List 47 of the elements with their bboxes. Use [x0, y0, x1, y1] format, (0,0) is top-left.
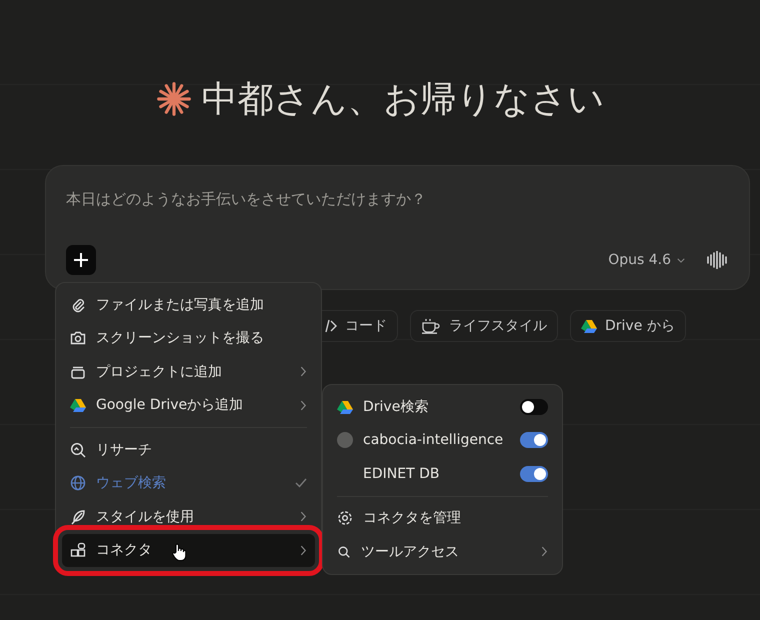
check-icon	[295, 478, 307, 488]
menu-item[interactable]: コネクタを管理	[329, 502, 556, 535]
drive-icon	[70, 398, 86, 412]
menu-item[interactable]: ファイルまたは写真を追加	[62, 288, 315, 322]
chevron-right-icon	[300, 544, 307, 556]
asterisk-icon	[156, 81, 192, 117]
paperclip-icon	[70, 296, 86, 313]
drive-icon	[581, 319, 597, 333]
suggestion-chip[interactable]: ライフスタイル	[410, 310, 558, 342]
chevron-right-icon	[300, 511, 307, 522]
menu-item[interactable]: スタイルを使用	[62, 500, 315, 534]
cup-icon	[421, 318, 441, 334]
chevron-right-icon	[300, 400, 307, 411]
toggle-switch[interactable]	[520, 432, 548, 448]
connector-name: cabocia-intelligence	[363, 432, 504, 448]
suggestion-chip[interactable]: Drive から	[570, 310, 686, 342]
avatar-icon	[337, 432, 353, 448]
menu-item[interactable]: リサーチ	[62, 433, 315, 466]
greeting-title: 中都さん、お帰りなさい	[202, 78, 604, 120]
add-button[interactable]	[66, 245, 96, 275]
toggle-switch[interactable]	[520, 466, 548, 482]
chevron-right-icon	[541, 546, 548, 558]
menu-item[interactable]: スクリーンショットを撮る	[62, 322, 315, 355]
menu-item[interactable]: プロジェクトに追加	[62, 355, 315, 388]
toggle-switch[interactable]	[520, 398, 548, 415]
chevron-right-icon	[300, 366, 307, 378]
drive-icon	[337, 400, 353, 414]
camera-icon	[70, 330, 86, 346]
research-icon	[70, 442, 86, 458]
globe-icon	[70, 475, 86, 492]
settings-icon	[337, 510, 353, 526]
menu-item[interactable]: ウェブ検索	[62, 466, 315, 500]
menu-item[interactable]: ツールアクセス	[329, 535, 556, 568]
voice-icon[interactable]	[705, 251, 729, 269]
connector-name: EDINET DB	[363, 466, 440, 482]
menu-item[interactable]: Google Driveから追加	[62, 388, 315, 422]
code-icon	[325, 319, 337, 333]
chevron-down-icon	[677, 258, 685, 262]
blocks-icon	[70, 542, 86, 558]
feather-icon	[70, 508, 86, 525]
plus-icon	[73, 252, 89, 268]
model-selector[interactable]: Opus 4.6	[602, 251, 691, 269]
search-icon	[337, 544, 351, 559]
message-input[interactable]: 本日はどのようなお手伝いをさせていただけますか？	[66, 190, 729, 208]
menu-item[interactable]: コネクタ	[62, 534, 315, 567]
hand-cursor-icon	[172, 542, 186, 560]
connector-name: Drive検索	[363, 398, 430, 416]
